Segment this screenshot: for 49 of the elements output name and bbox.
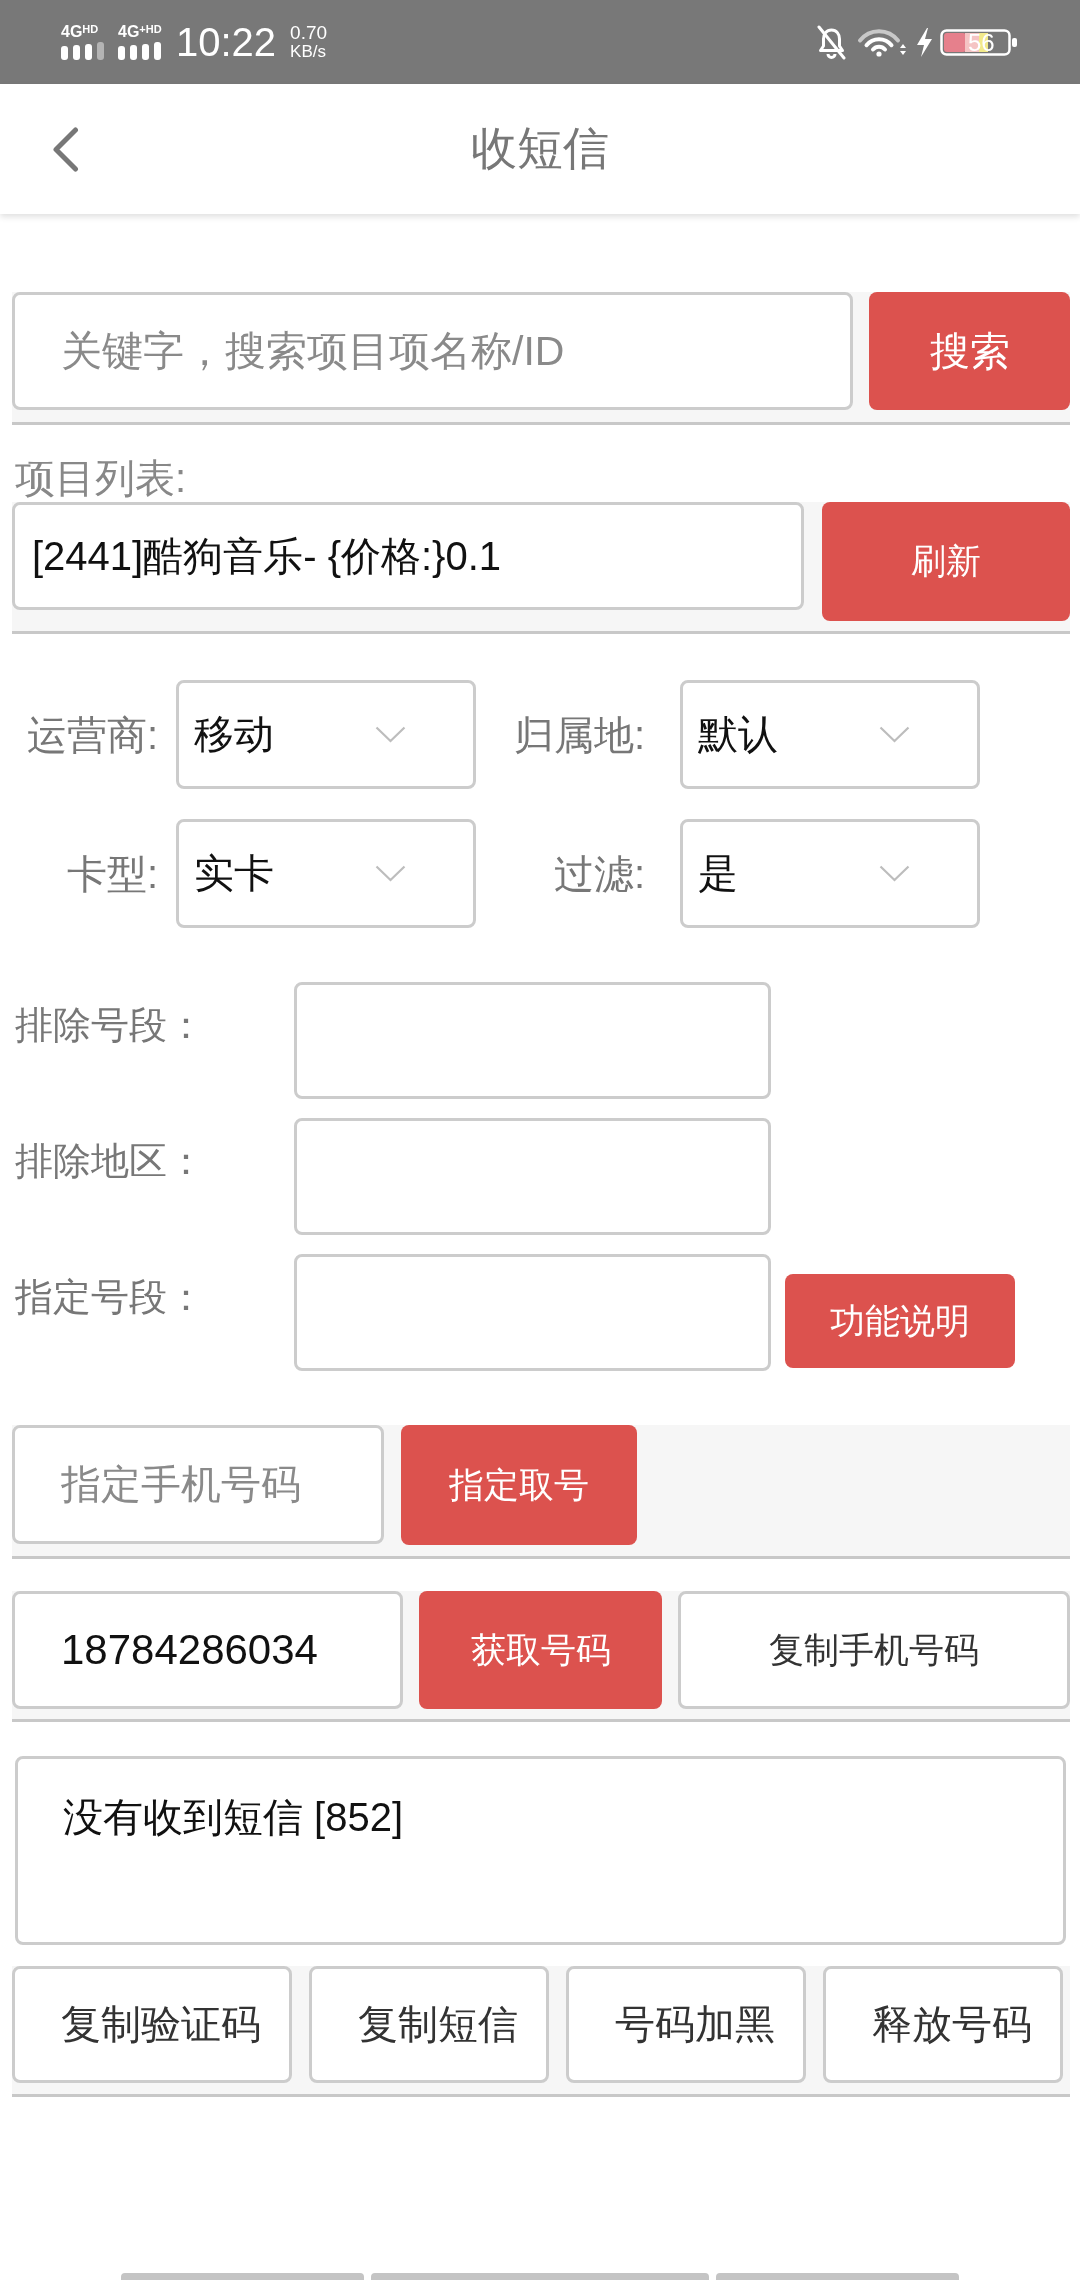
number-action-button[interactable]: 获取号码 xyxy=(419,1591,662,1709)
status-time: 10:22 xyxy=(176,20,277,64)
chevron-down-icon xyxy=(879,726,910,743)
filter-label: 过滤: xyxy=(553,850,645,897)
segment-label: 排除号段： xyxy=(14,1003,206,1048)
action-button[interactable]: 复制验证码 xyxy=(12,1966,292,2083)
segment-label: 排除地区： xyxy=(14,1139,206,1184)
help-button[interactable]: 功能说明 xyxy=(785,1274,1015,1368)
refresh-button[interactable]: 刷新 xyxy=(822,502,1070,621)
speed-unit: KB/s xyxy=(290,43,327,61)
signal-icon xyxy=(61,42,105,60)
action-button[interactable]: 释放号码 xyxy=(823,1966,1063,2083)
page-title: 收短信 xyxy=(471,121,609,176)
cut-off-button[interactable] xyxy=(716,2273,959,2280)
segment-field[interactable] xyxy=(294,1118,771,1235)
chevron-down-icon xyxy=(375,865,406,882)
message-display: 没有收到短信 [852] xyxy=(15,1756,1066,1945)
filter-label: 运营商: xyxy=(26,711,158,758)
dropdown[interactable]: 是 xyxy=(680,819,980,928)
search-field[interactable]: 关键字，搜索项目项名称/ID xyxy=(12,292,853,410)
back-icon[interactable] xyxy=(52,126,79,172)
dropdown[interactable]: 默认 xyxy=(680,680,980,789)
project-field[interactable]: [2441]酷狗音乐- {价格:}0.1 xyxy=(12,502,804,610)
specify-button[interactable]: 指定取号 xyxy=(401,1425,637,1545)
dropdown[interactable]: 实卡 xyxy=(176,819,476,928)
number-action-button[interactable]: 复制手机号码 xyxy=(678,1591,1070,1709)
cut-off-button[interactable] xyxy=(371,2273,709,2280)
filter-label: 卡型: xyxy=(66,850,158,897)
chevron-down-icon xyxy=(879,865,910,882)
bell-slash-icon xyxy=(816,24,847,60)
wifi-icon xyxy=(857,27,906,57)
cut-off-button[interactable] xyxy=(121,2273,364,2280)
network-speed: 0.70 xyxy=(290,23,328,43)
lightning-icon xyxy=(916,27,933,57)
network-label: 4G$^{HD}$ xyxy=(61,24,99,40)
action-button[interactable]: 号码加黑 xyxy=(566,1966,806,2083)
chevron-down-icon xyxy=(375,726,406,743)
filter-label: 归属地: xyxy=(513,711,645,758)
dropdown[interactable]: 移动 xyxy=(176,680,476,789)
phone-input-field[interactable]: 指定手机号码 xyxy=(12,1425,384,1544)
action-button[interactable]: 复制短信 xyxy=(309,1966,549,2083)
project-label: 项目列表: xyxy=(14,455,188,502)
network-label: 4G$^{+HD}$ xyxy=(118,24,162,40)
segment-field[interactable] xyxy=(294,1254,771,1371)
signal-icon xyxy=(118,42,162,60)
segment-label: 指定号段： xyxy=(14,1275,206,1320)
phone-number-field[interactable]: 18784286034 xyxy=(12,1591,403,1709)
search-button[interactable]: 搜索 xyxy=(869,292,1070,410)
segment-field[interactable] xyxy=(294,982,771,1099)
